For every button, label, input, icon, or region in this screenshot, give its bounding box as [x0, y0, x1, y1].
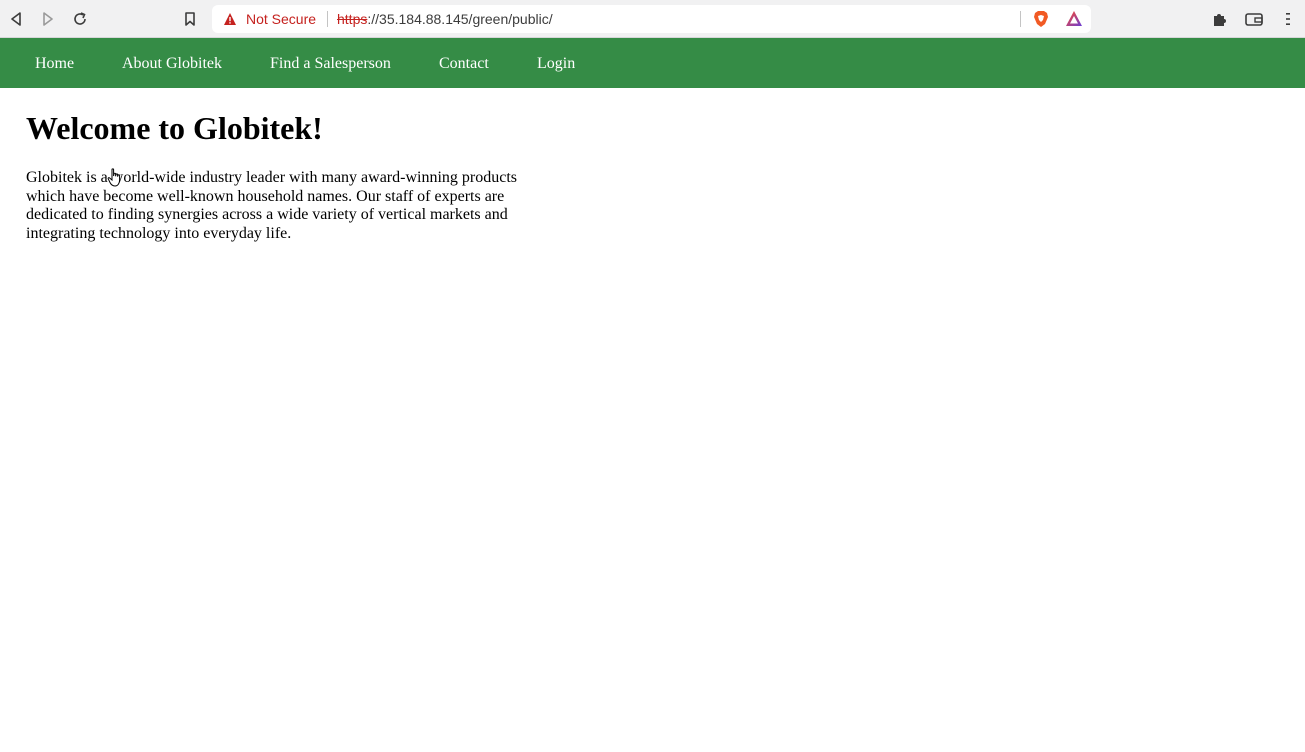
nav-contact-link[interactable]: Contact [439, 54, 489, 74]
nav-login-link[interactable]: Login [537, 54, 575, 74]
nav-home-link[interactable]: Home [35, 54, 74, 74]
address-bar[interactable]: Not Secure https://35.184.88.145/green/p… [212, 5, 1091, 33]
hamburger-menu-icon[interactable] [1278, 9, 1298, 29]
url-right-divider [1020, 11, 1021, 27]
hand-cursor-icon [107, 168, 121, 187]
puzzle-icon[interactable] [1210, 9, 1230, 29]
intro-paragraph: Globitek is a world-wide industry leader… [26, 169, 517, 242]
brave-shield-icon[interactable] [1032, 10, 1050, 28]
warning-triangle-icon [224, 13, 236, 25]
main-content: Welcome to Globitek! Globitek is a world… [26, 108, 526, 243]
nav-about-link[interactable]: About Globitek [122, 54, 222, 74]
forward-arrow-icon[interactable] [38, 9, 58, 29]
page-title: Welcome to Globitek! [26, 110, 323, 146]
wallet-icon[interactable] [1244, 9, 1264, 29]
url-text[interactable]: https://35.184.88.145/green/public/ [337, 11, 553, 27]
reload-icon[interactable] [70, 9, 90, 29]
back-arrow-icon[interactable] [6, 9, 26, 29]
browser-toolbar: Not Secure https://35.184.88.145/green/p… [0, 0, 1305, 38]
security-label[interactable]: Not Secure [246, 11, 316, 27]
url-path: ://35.184.88.145/green/public/ [367, 11, 553, 27]
site-navbar: Home About Globitek Find a Salesperson C… [0, 38, 1305, 88]
url-scheme: https [337, 11, 368, 27]
brave-rewards-icon[interactable] [1065, 10, 1083, 28]
bookmark-icon[interactable] [180, 9, 200, 29]
nav-find-salesperson-link[interactable]: Find a Salesperson [270, 54, 391, 74]
url-divider [327, 11, 328, 27]
